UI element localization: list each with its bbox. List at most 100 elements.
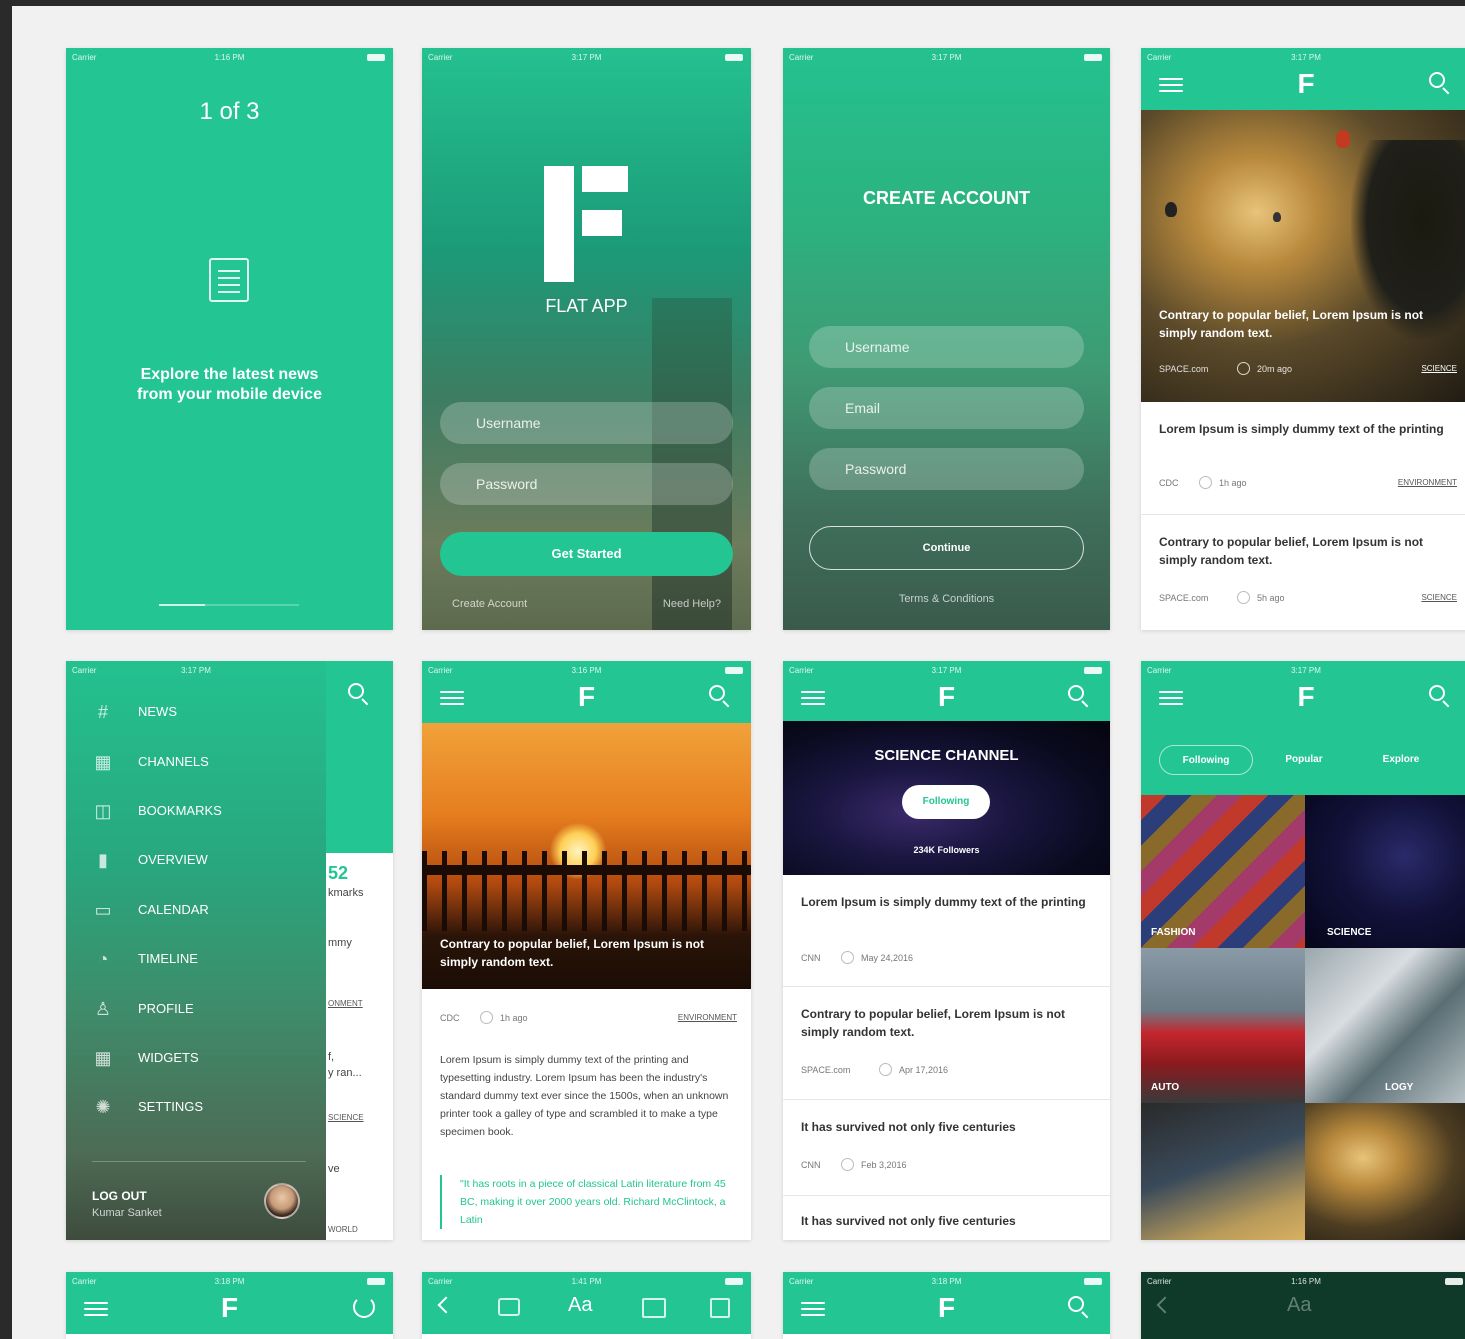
source-label: CDC bbox=[440, 1013, 460, 1023]
username-field[interactable]: Username bbox=[809, 326, 1084, 368]
font-size-icon[interactable]: Aa bbox=[1287, 1294, 1311, 1317]
terms-link[interactable]: Terms & Conditions bbox=[783, 593, 1110, 605]
password-field[interactable]: Password bbox=[809, 448, 1084, 490]
gear-icon: ✺ bbox=[95, 1097, 111, 1117]
battery-icon bbox=[367, 54, 385, 61]
category-tag[interactable]: ENVIRONMENT bbox=[1398, 478, 1457, 487]
category-tile-technology[interactable]: LOGY bbox=[1305, 948, 1465, 1103]
continue-button[interactable]: Continue bbox=[809, 526, 1084, 570]
hero-meta: SPACE.com 20m ago SCIENCE bbox=[1159, 362, 1457, 378]
category-tile-fashion[interactable]: FASHION bbox=[1141, 795, 1305, 948]
menu-icon[interactable] bbox=[84, 1302, 108, 1316]
source-label: CNN bbox=[801, 953, 821, 963]
category-tile-finance[interactable] bbox=[1141, 1103, 1305, 1240]
search-icon[interactable] bbox=[1429, 685, 1451, 708]
document-icon bbox=[209, 258, 249, 302]
article-item[interactable]: It has survived not only five centuries … bbox=[783, 1100, 1110, 1196]
menu-icon[interactable] bbox=[440, 691, 464, 705]
navbar: Carrier 3:18 PM F bbox=[66, 1272, 393, 1334]
battery-icon bbox=[1084, 1278, 1102, 1285]
balloon-icon bbox=[1273, 212, 1281, 222]
status-bar: Carrier 1:16 PM bbox=[66, 48, 393, 66]
time-ago: 5h ago bbox=[1257, 593, 1285, 603]
battery-icon bbox=[1084, 54, 1102, 61]
status-bar: Carrier 3:17 PM bbox=[1141, 661, 1465, 679]
article-body: Lorem Ipsum is simply dummy text of the … bbox=[440, 1054, 729, 1138]
category-tile-nature[interactable] bbox=[1305, 1103, 1465, 1240]
article-title: Contrary to popular belief, Lorem Ipsum … bbox=[801, 1007, 1066, 1039]
clock-icon bbox=[841, 1158, 854, 1171]
password-field[interactable]: Password bbox=[440, 463, 733, 505]
time-label: 1:16 PM bbox=[1291, 1277, 1321, 1286]
screen-row3-3: Carrier 3:18 PM F bbox=[783, 1272, 1110, 1339]
back-icon[interactable] bbox=[437, 1296, 455, 1314]
download-icon[interactable] bbox=[710, 1298, 730, 1318]
tile-label: AUTO bbox=[1151, 1082, 1180, 1093]
search-icon[interactable] bbox=[348, 683, 370, 706]
battery-icon bbox=[1445, 1278, 1463, 1285]
hero-title: Contrary to popular belief, Lorem Ipsum … bbox=[1159, 308, 1424, 340]
email-field[interactable]: Email bbox=[809, 387, 1084, 429]
category-tag[interactable]: SCIENCE bbox=[1421, 364, 1457, 373]
category-tile-auto[interactable]: AUTO bbox=[1141, 948, 1305, 1103]
menu-item-label: WIDGETS bbox=[138, 1050, 199, 1065]
peek-category: SCIENCE bbox=[328, 1113, 364, 1122]
status-bar: Carrier 3:17 PM bbox=[66, 661, 326, 679]
tab-explore[interactable]: Explore bbox=[1356, 745, 1446, 775]
search-icon[interactable] bbox=[1068, 1296, 1090, 1319]
article-item[interactable]: It has survived not only five centuries bbox=[783, 1196, 1110, 1240]
menu-icon[interactable] bbox=[801, 1302, 825, 1316]
tab-popular[interactable]: Popular bbox=[1259, 745, 1349, 775]
page-indicator-active bbox=[159, 604, 205, 606]
category-tile-science[interactable]: SCIENCE bbox=[1305, 795, 1465, 948]
create-account-link[interactable]: Create Account bbox=[452, 598, 527, 610]
menu-icon[interactable] bbox=[1159, 78, 1183, 92]
article-item[interactable]: Lorem Ipsum is simply dummy text of the … bbox=[783, 875, 1110, 987]
username-field[interactable]: Username bbox=[440, 402, 733, 444]
source-label: SPACE.com bbox=[1159, 364, 1209, 374]
tab-following[interactable]: Following bbox=[1159, 745, 1253, 775]
explore-screen: Carrier 3:17 PM F Following Popular Expl… bbox=[1141, 661, 1465, 1240]
hero-image[interactable]: Contrary to popular belief, Lorem Ipsum … bbox=[1141, 110, 1465, 402]
comments-icon[interactable] bbox=[498, 1298, 520, 1316]
get-started-button[interactable]: Get Started bbox=[440, 532, 733, 576]
time-label: 3:17 PM bbox=[181, 666, 211, 675]
search-icon[interactable] bbox=[709, 685, 731, 708]
article-item[interactable]: Contrary to popular belief, Lorem Ipsum … bbox=[783, 987, 1110, 1100]
tab-bar: Following Popular Explore bbox=[1141, 723, 1465, 795]
status-bar: Carrier 1:16 PM bbox=[1141, 1272, 1465, 1290]
channel-header: SCIENCE CHANNEL Following 234K Followers bbox=[783, 721, 1110, 875]
time-ago: 20m ago bbox=[1257, 364, 1293, 374]
clock-icon bbox=[1199, 476, 1212, 489]
search-icon[interactable] bbox=[1068, 685, 1090, 708]
menu-divider bbox=[92, 1161, 306, 1162]
followers-count: 234K Followers bbox=[913, 845, 980, 855]
article-item[interactable]: Lorem Ipsum is simply dummy text of the … bbox=[1141, 402, 1465, 515]
hero-image: Contrary to popular belief, Lorem Ipsum … bbox=[422, 723, 751, 989]
logo: F bbox=[937, 1292, 956, 1323]
app-logo-icon bbox=[544, 166, 630, 282]
menu-icon[interactable] bbox=[801, 691, 825, 705]
back-icon[interactable] bbox=[1156, 1296, 1174, 1314]
bookmark-icon[interactable] bbox=[642, 1298, 666, 1318]
need-help-link[interactable]: Need Help? bbox=[663, 598, 721, 610]
channel-screen: Carrier 3:17 PM F SCIENCE CHANNEL Follow… bbox=[783, 661, 1110, 1240]
power-icon[interactable] bbox=[353, 1296, 375, 1318]
category-tag[interactable]: ENVIRONMENT bbox=[678, 1013, 737, 1022]
balloon-icon bbox=[1336, 130, 1350, 148]
menu-item-label: CHANNELS bbox=[138, 754, 209, 769]
search-icon[interactable] bbox=[1429, 72, 1451, 95]
following-button[interactable]: Following bbox=[902, 785, 990, 819]
article-item[interactable]: Contrary to popular belief, Lorem Ipsum … bbox=[1141, 515, 1465, 630]
category-tag[interactable]: SCIENCE bbox=[1421, 593, 1457, 602]
article-title: Lorem Ipsum is simply dummy text of the … bbox=[801, 895, 1086, 909]
status-bar: Carrier 3:18 PM bbox=[783, 1272, 1110, 1290]
hash-icon: # bbox=[97, 702, 108, 722]
logout-button[interactable]: LOG OUT bbox=[92, 1189, 147, 1203]
avatar[interactable] bbox=[264, 1183, 300, 1219]
menu-icon[interactable] bbox=[1159, 691, 1183, 705]
font-size-icon[interactable]: Aa bbox=[568, 1294, 592, 1317]
battery-icon bbox=[725, 1278, 743, 1285]
page-counter: 1 of 3 bbox=[199, 98, 260, 125]
navbar: Carrier 1:16 PM Aa bbox=[1141, 1272, 1465, 1334]
